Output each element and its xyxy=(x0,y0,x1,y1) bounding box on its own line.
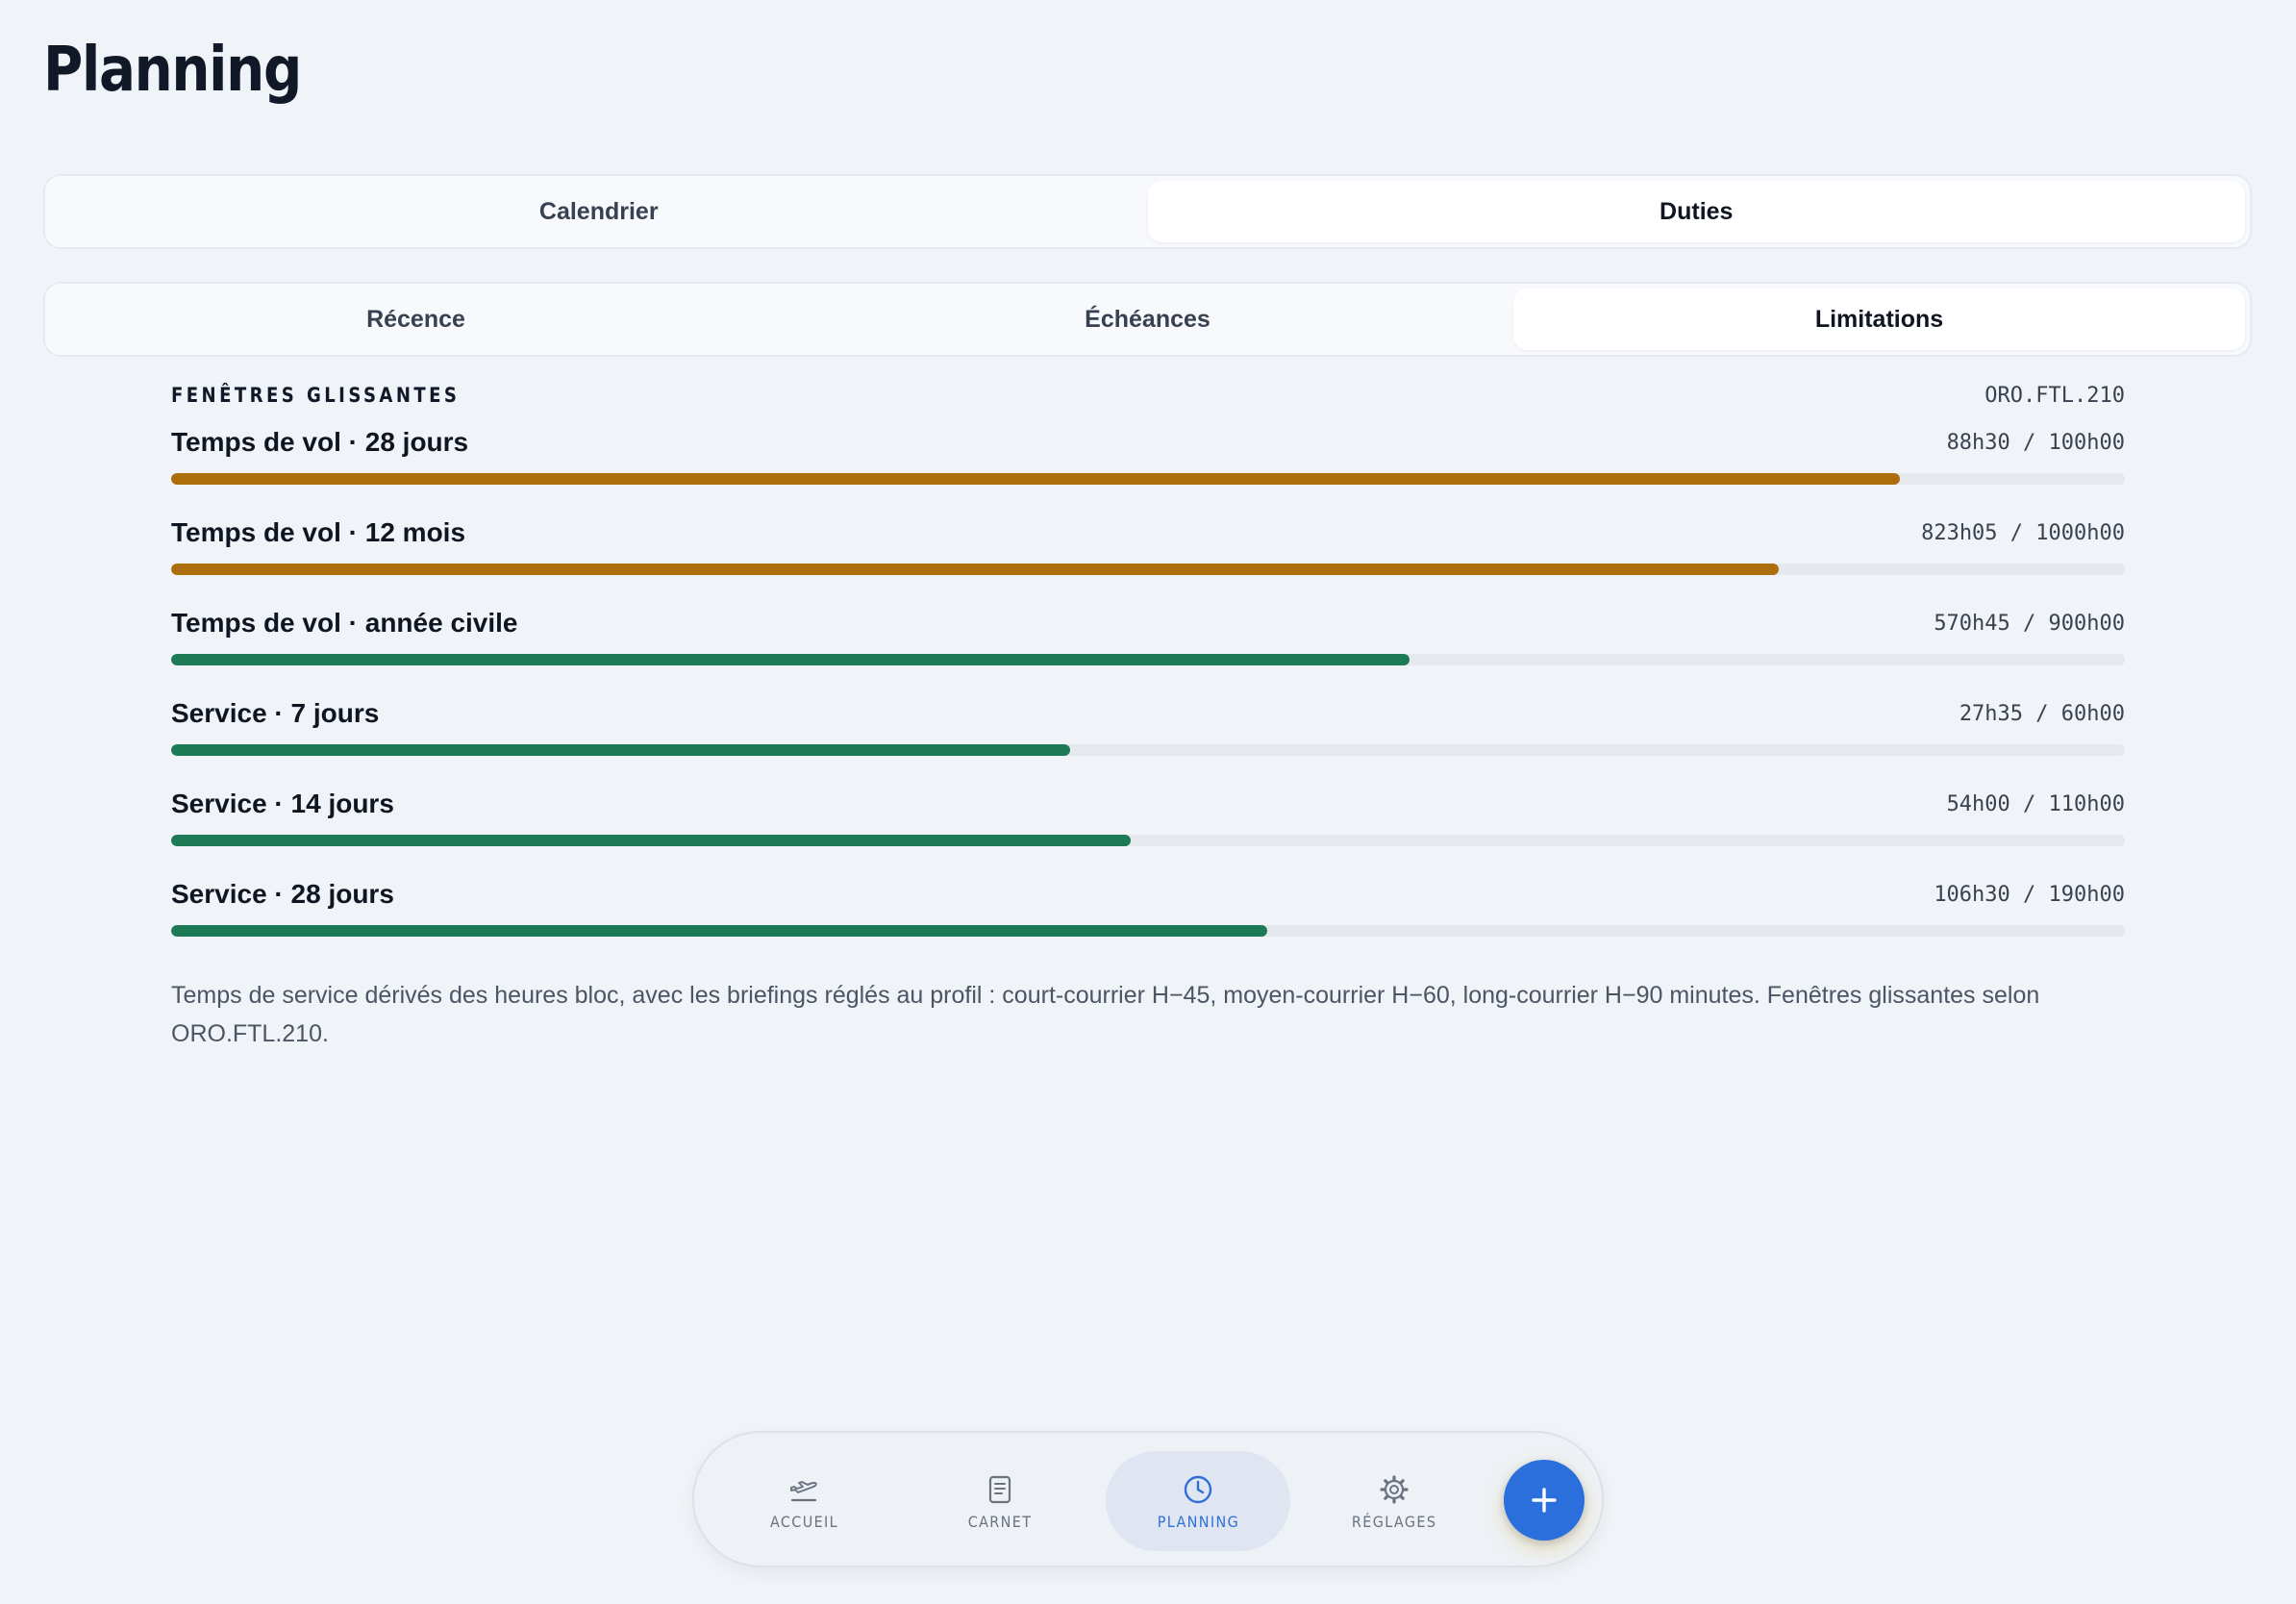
limit-row: Temps de vol · 28 jours 88h30 / 100h00 xyxy=(171,426,2125,516)
limit-label: Temps de vol · 12 mois xyxy=(171,517,466,547)
limit-track xyxy=(171,744,2125,756)
section-reference: ORO.FTL.210 xyxy=(1984,383,2125,408)
limit-value: 570h45 / 900h00 xyxy=(1934,611,2125,636)
limit-progress-bar xyxy=(171,564,1780,575)
plane-takeoff-icon xyxy=(790,1480,817,1501)
limit-track xyxy=(171,925,2125,937)
nav-carnet[interactable]: CARNET xyxy=(908,1451,1092,1551)
sub-tabs: Récence Échéances Limitations xyxy=(43,282,2252,357)
tab-recence[interactable]: Récence xyxy=(50,288,782,350)
nav-label: RÉGLAGES xyxy=(1351,1512,1437,1531)
limit-track xyxy=(171,473,2125,485)
limit-label: Temps de vol · année civile xyxy=(171,608,518,638)
main-tabs: Calendrier Duties xyxy=(43,174,2252,249)
limit-value: 106h30 / 190h00 xyxy=(1934,882,2125,907)
tab-echeances[interactable]: Échéances xyxy=(782,288,1513,350)
section-title: FENÊTRES GLISSANTES xyxy=(171,384,461,407)
nav-label: PLANNING xyxy=(1157,1512,1239,1531)
limit-row: Temps de vol · 12 mois 823h05 / 1000h00 xyxy=(171,516,2125,607)
tab-limitations[interactable]: Limitations xyxy=(1513,288,2245,350)
plus-icon xyxy=(1532,1488,1557,1513)
gear-icon xyxy=(1380,1474,1409,1504)
limit-track xyxy=(171,654,2125,665)
limit-row: Service · 7 jours 27h35 / 60h00 xyxy=(171,697,2125,788)
limit-label: Service · 7 jours xyxy=(171,698,380,728)
limit-progress-bar xyxy=(171,925,1267,937)
tab-duties[interactable]: Duties xyxy=(1147,181,2245,242)
nav-reglages[interactable]: RÉGLAGES xyxy=(1302,1451,1486,1551)
limit-row: Service · 14 jours 54h00 / 110h00 xyxy=(171,788,2125,878)
limit-row: Service · 28 jours 106h30 / 190h00 xyxy=(171,878,2125,968)
limit-value: 27h35 / 60h00 xyxy=(1959,701,2125,726)
limit-value: 88h30 / 100h00 xyxy=(1946,430,2125,455)
tab-calendrier[interactable]: Calendrier xyxy=(50,181,1148,242)
nav-accueil[interactable]: ACCUEIL xyxy=(711,1451,896,1551)
limit-value: 54h00 / 110h00 xyxy=(1946,791,2125,816)
limit-label: Temps de vol · 28 jours xyxy=(171,427,469,457)
limit-label: Service · 28 jours xyxy=(171,879,394,909)
nav-planning[interactable]: PLANNING xyxy=(1106,1451,1290,1551)
limitations-panel: FENÊTRES GLISSANTES ORO.FTL.210 Temps de… xyxy=(171,381,2125,1077)
section-header: FENÊTRES GLISSANTES ORO.FTL.210 xyxy=(171,381,2125,410)
limit-label: Service · 14 jours xyxy=(171,789,394,818)
nav-label: ACCUEIL xyxy=(769,1512,838,1531)
limit-progress-bar xyxy=(171,654,1410,665)
limit-progress-bar xyxy=(171,835,1131,846)
footnote: Temps de service dérivés des heures bloc… xyxy=(171,982,2040,1047)
limits-list: Temps de vol · 28 jours 88h30 / 100h00 T… xyxy=(171,426,2125,968)
limit-row: Temps de vol · année civile 570h45 / 900… xyxy=(171,607,2125,697)
limit-progress-bar xyxy=(171,473,1901,485)
clock-icon xyxy=(1184,1475,1212,1503)
nav-label: CARNET xyxy=(967,1512,1033,1531)
limit-track xyxy=(171,835,2125,846)
limit-track xyxy=(171,564,2125,575)
page-title: Planning xyxy=(43,35,302,106)
add-button[interactable] xyxy=(1504,1460,1585,1541)
limit-progress-bar xyxy=(171,744,1070,756)
notebook-icon xyxy=(988,1475,1011,1503)
bottom-nav: ACCUEIL CARNET PLANNING RÉGLAGES xyxy=(692,1431,1604,1567)
limit-value: 823h05 / 1000h00 xyxy=(1921,520,2125,545)
